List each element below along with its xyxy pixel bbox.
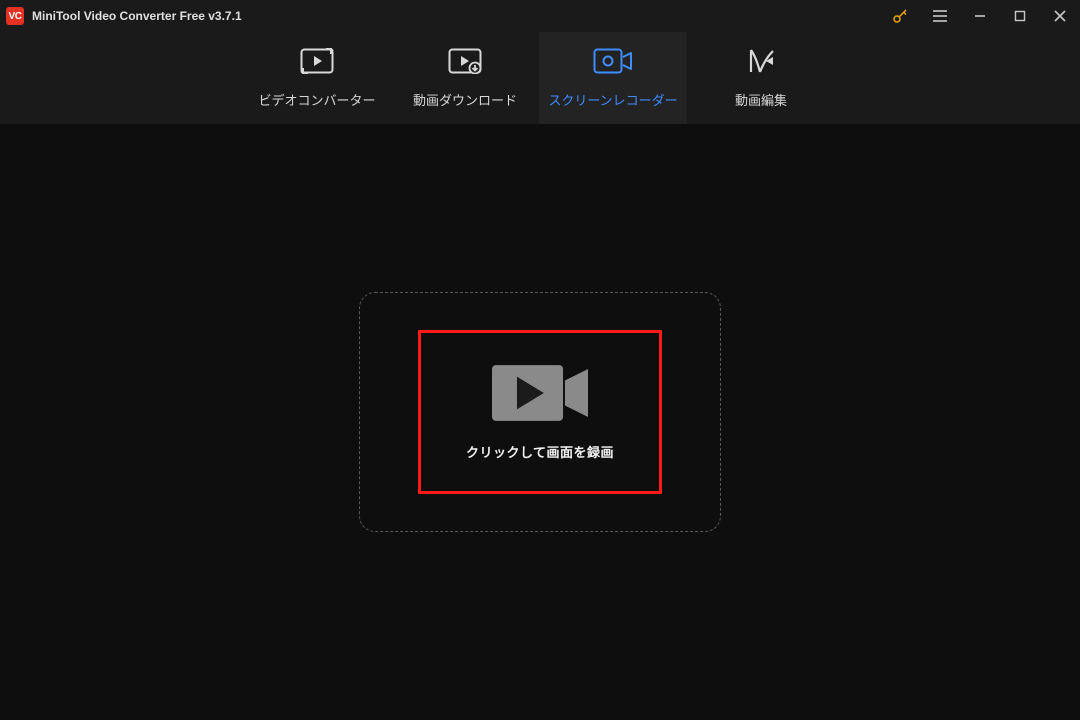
tab-label: 動画編集 (735, 90, 787, 109)
menu-icon[interactable] (920, 0, 960, 32)
tab-label: スクリーンレコーダー (548, 90, 677, 109)
title-bar: VC MiniTool Video Converter Free v3.7.1 (0, 0, 1080, 32)
editor-icon (746, 48, 776, 74)
camera-icon (492, 364, 588, 422)
maximize-button[interactable] (1000, 0, 1040, 32)
tab-screen-recorder[interactable]: スクリーンレコーダー (539, 32, 687, 124)
tab-downloader[interactable]: 動画ダウンロード (391, 32, 539, 124)
close-button[interactable] (1040, 0, 1080, 32)
app-logo: VC (6, 7, 24, 25)
app-title: MiniTool Video Converter Free v3.7.1 (32, 9, 242, 23)
minimize-button[interactable] (960, 0, 1000, 32)
record-screen-button[interactable]: クリックして画面を録画 (418, 330, 662, 494)
record-drop-zone: クリックして画面を録画 (359, 292, 721, 532)
key-icon[interactable] (880, 0, 920, 32)
download-icon (448, 48, 482, 74)
main-tabs: ビデオコンバーター 動画ダウンロード スクリーンレコーダー (0, 32, 1080, 124)
content-area: クリックして画面を録画 (0, 124, 1080, 720)
record-cta-label: クリックして画面を録画 (466, 442, 614, 461)
tab-video-editor[interactable]: 動画編集 (687, 32, 835, 124)
tab-label: ビデオコンバーター (258, 90, 375, 109)
tab-label: 動画ダウンロード (413, 90, 517, 109)
convert-icon (300, 48, 334, 74)
recorder-icon (593, 48, 633, 74)
tab-video-converter[interactable]: ビデオコンバーター (243, 32, 391, 124)
